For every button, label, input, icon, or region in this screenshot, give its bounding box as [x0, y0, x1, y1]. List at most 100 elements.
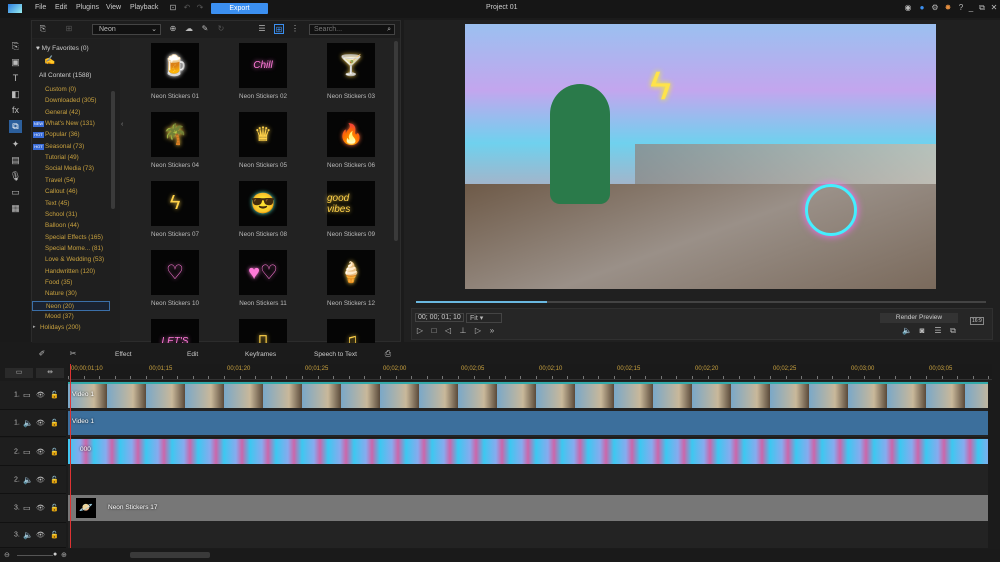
sticker-item[interactable]: 🍦 Neon Stickers 12	[311, 250, 391, 307]
track-lane[interactable]: Video 1	[68, 410, 988, 437]
stop-icon[interactable]: □	[429, 326, 439, 336]
settings-icon[interactable]: ⚙	[930, 3, 940, 13]
transition-icon[interactable]: ◧	[9, 88, 22, 101]
snapshot-icon[interactable]: ◙	[917, 326, 927, 336]
category-item[interactable]: Popular (36) HOT	[32, 130, 110, 140]
undo-icon[interactable]: ↶	[182, 3, 192, 13]
zoom-handle[interactable]: ●	[53, 551, 57, 558]
fx-icon[interactable]: fx	[9, 104, 22, 117]
media-room-icon[interactable]: ⎘	[9, 40, 22, 53]
category-item[interactable]: Food (35)	[32, 278, 110, 288]
menu-file[interactable]: File	[35, 4, 46, 11]
menu-playback[interactable]: Playback	[130, 4, 158, 11]
track-lane[interactable]	[68, 523, 988, 548]
project-icon[interactable]: ⊡	[168, 3, 178, 13]
category-item[interactable]: What's New (131) NEW	[32, 119, 110, 129]
sticker-room-icon[interactable]: ⧉	[9, 120, 22, 133]
render-preview-button[interactable]: Render Preview	[880, 313, 958, 323]
split-icon[interactable]: ⊥	[458, 326, 468, 336]
volume-icon[interactable]: 🔈	[902, 326, 912, 336]
sticker-item[interactable]: ♛ Neon Stickers 05	[223, 112, 303, 169]
category-item[interactable]: Special Effects (165)	[32, 233, 110, 243]
visibility-icon[interactable]: 👁	[36, 448, 45, 456]
prev-frame-icon[interactable]: ◁	[443, 326, 453, 336]
sticker-item[interactable]: ♡ Neon Stickers 10	[135, 250, 215, 307]
close-icon[interactable]: ✕	[989, 3, 999, 13]
sticker-item[interactable]: ϟ Neon Stickers 07	[135, 181, 215, 238]
category-item[interactable]: Special Mome... (81)	[32, 244, 110, 254]
category-dropdown[interactable]: Neon ⌄	[92, 24, 161, 35]
add-favorite-icon[interactable]: ✍	[44, 55, 55, 66]
playhead[interactable]	[70, 364, 71, 548]
category-item[interactable]: Holidays (200) ▸	[32, 323, 110, 333]
upgrade-icon[interactable]: ✸	[943, 3, 953, 13]
zoom-slider[interactable]	[17, 555, 53, 556]
edit-button[interactable]: Edit	[187, 351, 198, 358]
all-content-item[interactable]: All Content (1588)	[39, 72, 91, 79]
speech-to-text-button[interactable]: Speech to Text	[314, 351, 357, 358]
track-lane[interactable]	[68, 466, 988, 494]
track-lane[interactable]: Video 1	[68, 381, 988, 410]
category-item[interactable]: School (31)	[32, 210, 110, 220]
category-item[interactable]: Love & Wedding (53)	[32, 255, 110, 265]
particle-icon[interactable]: ✦	[9, 138, 22, 151]
category-item[interactable]: Balloon (44)	[32, 221, 110, 231]
timecode[interactable]: 00; 00; 01; 10	[415, 313, 464, 322]
sticker-item[interactable]: 🍸 Neon Stickers 03	[311, 43, 391, 100]
visibility-icon[interactable]: 👁	[36, 391, 45, 399]
visibility-icon[interactable]: 👁	[36, 419, 45, 427]
track-manager-icon[interactable]: ▭	[5, 368, 33, 378]
visibility-icon[interactable]: 👁	[36, 476, 45, 484]
visibility-icon[interactable]: 👁	[36, 531, 45, 539]
restore-icon[interactable]: ⧉	[977, 3, 987, 13]
small-grid-icon[interactable]: ⋮	[290, 24, 300, 34]
chapter-icon[interactable]: ▦	[9, 202, 22, 215]
lock-icon[interactable]: 🔓	[50, 476, 59, 484]
export-subtitle-icon[interactable]: ⎙	[383, 349, 393, 359]
undock-icon[interactable]: ⧉	[948, 326, 958, 336]
sticker-item[interactable]: LET'S	[135, 319, 215, 343]
sticker-item[interactable]: ♫	[311, 319, 391, 343]
category-item[interactable]: Custom (0)	[32, 85, 110, 95]
menu-edit[interactable]: Edit	[55, 4, 67, 11]
sticker-item[interactable]: ♥♡ Neon Stickers 11	[223, 250, 303, 307]
title-room-icon[interactable]: T	[9, 72, 22, 85]
tools-icon[interactable]: ✐	[37, 349, 47, 359]
fit-timeline-icon[interactable]: ⇹	[36, 368, 64, 378]
download-icon[interactable]: ☁	[184, 24, 194, 34]
refresh-icon[interactable]: ↻	[216, 24, 226, 34]
effect-button[interactable]: Effect	[115, 351, 132, 358]
add-sticker-icon[interactable]: ⊕	[168, 24, 178, 34]
aspect-ratio-button[interactable]: 16:9	[970, 317, 984, 325]
category-item[interactable]: Callout (46)	[32, 187, 110, 197]
import-icon[interactable]: ⎘	[38, 24, 48, 34]
sticker-item[interactable]: 🌴 Neon Stickers 04	[135, 112, 215, 169]
help-icon[interactable]: ?	[956, 3, 966, 13]
category-item[interactable]: General (42)	[32, 108, 110, 118]
visibility-icon[interactable]: 👁	[36, 504, 45, 512]
fast-forward-icon[interactable]: »	[487, 326, 497, 336]
sticker-item[interactable]: ▯	[223, 319, 303, 343]
pen-icon[interactable]: ✎	[200, 24, 210, 34]
grid-scrollbar[interactable]	[394, 41, 398, 241]
category-item[interactable]: Downloaded (305)	[32, 96, 110, 106]
collapse-panel-icon[interactable]: ‹	[121, 121, 123, 128]
category-item[interactable]: Nature (30)	[32, 289, 110, 299]
lock-icon[interactable]: 🔓	[50, 391, 59, 399]
next-frame-icon[interactable]: ▷	[473, 326, 483, 336]
category-item[interactable]: Neon (20)	[32, 300, 110, 311]
pip-icon[interactable]: ▤	[9, 154, 22, 167]
category-item[interactable]: Handwritten (120)	[32, 267, 110, 277]
sticker-item[interactable]: 🔥 Neon Stickers 06	[311, 112, 391, 169]
lock-icon[interactable]: 🔓	[50, 504, 59, 512]
timeline-scrollbar[interactable]	[130, 552, 210, 558]
category-item[interactable]: Travel (54)	[32, 176, 110, 186]
export-button[interactable]: Export	[211, 3, 268, 14]
scissors-icon[interactable]: ✂	[68, 349, 78, 359]
timeline-clip[interactable]: Video 1	[68, 411, 988, 435]
timeline-clip[interactable]: Video 1	[68, 382, 988, 408]
lock-icon[interactable]: 🔓	[50, 531, 59, 539]
category-item[interactable]: Seasonal (73) HOT	[32, 142, 110, 152]
notification-icon[interactable]: ●	[917, 3, 927, 13]
track-lane[interactable]: 🪐 Neon Stickers 17	[68, 494, 988, 523]
